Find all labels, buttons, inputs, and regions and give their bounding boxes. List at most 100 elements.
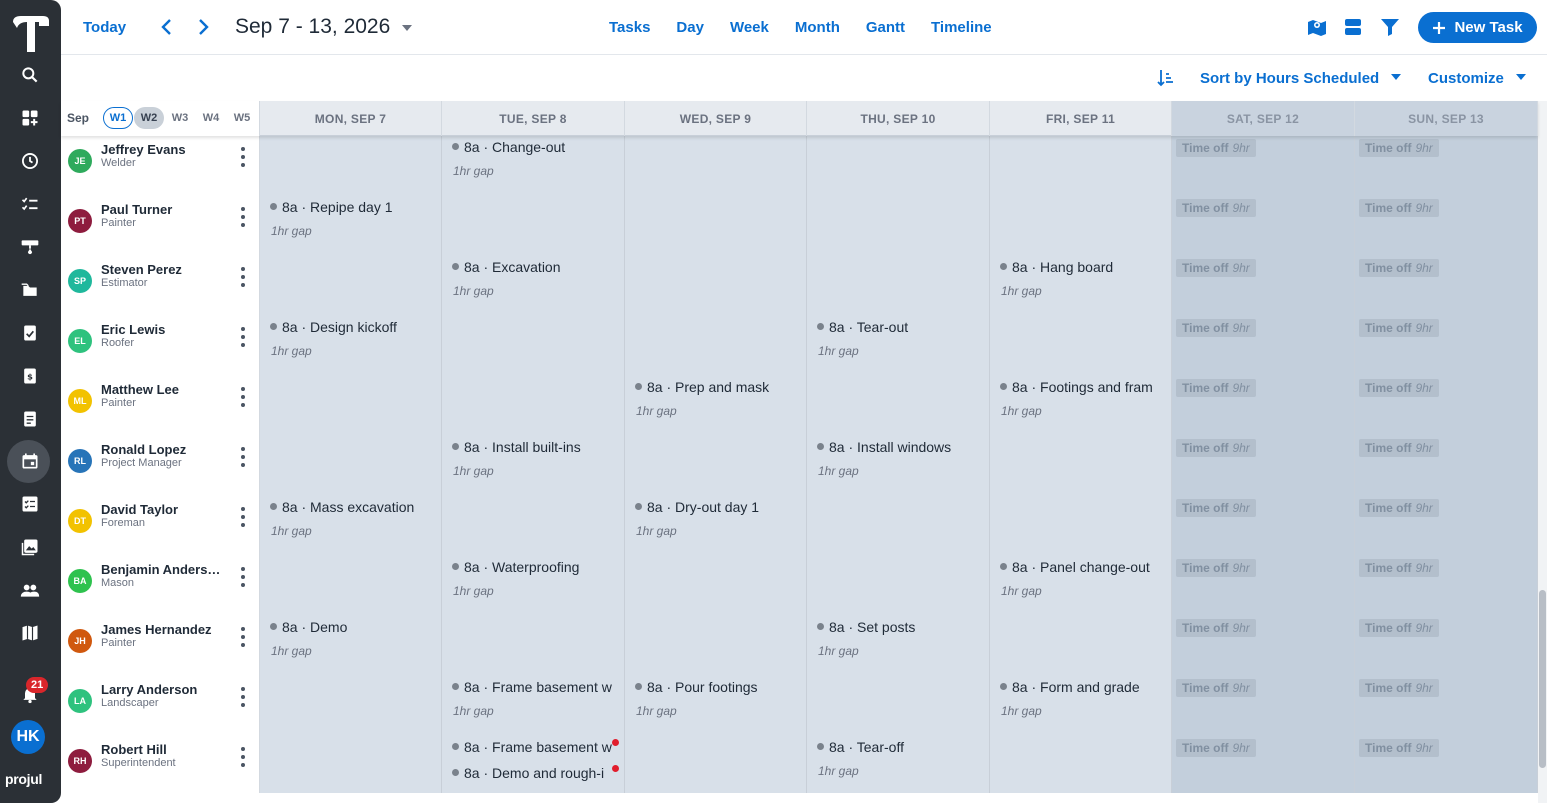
weekend-cell[interactable]: Time off 9hr <box>1172 733 1355 793</box>
weekend-cell[interactable]: Time off 9hr <box>1172 193 1355 253</box>
day-cell[interactable]: 8a · Panel change-out 1hr gap <box>990 553 1172 613</box>
task-chip[interactable]: 8a · Set posts <box>817 619 989 635</box>
weekend-cell[interactable]: Time off 9hr <box>1355 673 1538 733</box>
sort-order-icon[interactable] <box>1156 68 1176 88</box>
day-header-3[interactable]: THU, SEP 10 <box>807 101 990 136</box>
day-cell[interactable]: 8a · Form and grade 1hr gap <box>990 673 1172 733</box>
folder-icon[interactable] <box>16 276 44 304</box>
search-icon[interactable] <box>16 61 44 89</box>
date-range-dropdown-icon[interactable] <box>401 24 413 32</box>
day-cell[interactable]: 8a · Tear-off 1hr gap <box>807 733 990 793</box>
person-info[interactable]: LA Larry Anderson Landscaper <box>61 673 260 733</box>
task-chip[interactable]: 8a · Demo <box>270 619 441 635</box>
invoice-icon[interactable]: $ <box>16 362 44 390</box>
day-header-6[interactable]: SUN, SEP 13 <box>1355 101 1538 136</box>
day-cell[interactable] <box>625 553 807 613</box>
weekend-cell[interactable]: Time off 9hr <box>1355 613 1538 673</box>
day-cell[interactable] <box>442 193 625 253</box>
time-off-chip[interactable]: Time off 9hr <box>1176 679 1256 697</box>
person-info[interactable]: RH Robert Hill Superintendent <box>61 733 260 793</box>
person-info[interactable]: PT Paul Turner Painter <box>61 193 260 253</box>
day-cell[interactable] <box>625 433 807 493</box>
day-cell[interactable]: 8a · Change-out 1hr gap <box>442 136 625 193</box>
next-week-arrow-icon[interactable] <box>193 16 213 38</box>
task-chip[interactable]: 8a · Install windows <box>817 439 989 455</box>
weekend-cell[interactable]: Time off 9hr <box>1355 373 1538 433</box>
day-cell[interactable]: 8a · Tear-out 1hr gap <box>807 313 990 373</box>
time-off-chip[interactable]: Time off 9hr <box>1359 439 1439 457</box>
day-header-2[interactable]: WED, SEP 9 <box>625 101 807 136</box>
calendar-icon[interactable] <box>16 447 44 475</box>
day-cell[interactable]: 8a · Frame basement w 1hr gap <box>442 673 625 733</box>
day-cell[interactable] <box>807 373 990 433</box>
day-header-0[interactable]: MON, SEP 7 <box>260 101 442 136</box>
view-week-tab[interactable]: Week <box>730 19 769 36</box>
task-chip[interactable]: 8a · Tear-out <box>817 319 989 335</box>
person-info[interactable]: BA Benjamin Anders… Mason <box>61 553 260 613</box>
person-info[interactable]: RL Ronald Lopez Project Manager <box>61 433 260 493</box>
filter-icon[interactable] <box>1379 16 1401 38</box>
vertical-scrollbar[interactable] <box>1538 101 1547 803</box>
weekend-cell[interactable]: Time off 9hr <box>1355 253 1538 313</box>
time-off-chip[interactable]: Time off 9hr <box>1359 379 1439 397</box>
day-cell[interactable] <box>990 433 1172 493</box>
document-icon[interactable] <box>16 405 44 433</box>
paint-roller-icon[interactable] <box>16 233 44 261</box>
estimate-icon[interactable] <box>16 319 44 347</box>
day-cell[interactable]: 8a · Design kickoff 1hr gap <box>260 313 442 373</box>
weekend-cell[interactable]: Time off 9hr <box>1172 493 1355 553</box>
map-view-icon[interactable] <box>1306 16 1328 38</box>
day-header-4[interactable]: FRI, SEP 11 <box>990 101 1172 136</box>
day-cell[interactable] <box>260 733 442 793</box>
day-cell[interactable] <box>442 613 625 673</box>
weekend-cell[interactable]: Time off 9hr <box>1355 193 1538 253</box>
vertical-scrollbar-thumb[interactable] <box>1539 590 1546 768</box>
time-off-chip[interactable]: Time off 9hr <box>1176 379 1256 397</box>
time-off-chip[interactable]: Time off 9hr <box>1176 739 1256 757</box>
week-5-button[interactable]: W5 <box>227 107 257 129</box>
row-more-options-icon[interactable] <box>240 327 246 347</box>
projul-hammer-logo-icon[interactable] <box>9 12 53 56</box>
day-cell[interactable] <box>260 136 442 193</box>
day-cell[interactable]: 8a · Demo 1hr gap <box>260 613 442 673</box>
day-cell[interactable] <box>625 193 807 253</box>
task-chip[interactable]: 8a · Design kickoff <box>270 319 441 335</box>
weekend-cell[interactable]: Time off 9hr <box>1172 373 1355 433</box>
weekend-cell[interactable]: Time off 9hr <box>1172 313 1355 373</box>
day-cell[interactable] <box>990 313 1172 373</box>
person-info[interactable]: ML Matthew Lee Painter <box>61 373 260 433</box>
row-more-options-icon[interactable] <box>240 267 246 287</box>
time-off-chip[interactable]: Time off 9hr <box>1359 199 1439 217</box>
day-cell[interactable] <box>807 673 990 733</box>
date-range-title[interactable]: Sep 7 - 13, 2026 <box>235 15 390 39</box>
person-info[interactable]: JH James Hernandez Painter <box>61 613 260 673</box>
week-1-button[interactable]: W1 <box>103 107 133 129</box>
day-cell[interactable] <box>625 613 807 673</box>
day-cell[interactable] <box>625 253 807 313</box>
week-4-button[interactable]: W4 <box>196 107 226 129</box>
day-cell[interactable] <box>260 433 442 493</box>
person-info[interactable]: DT David Taylor Foreman <box>61 493 260 553</box>
time-off-chip[interactable]: Time off 9hr <box>1359 739 1439 757</box>
weekend-cell[interactable]: Time off 9hr <box>1172 136 1355 193</box>
previous-week-arrow-icon[interactable] <box>157 16 177 38</box>
day-cell[interactable]: 8a · Waterproofing 1hr gap <box>442 553 625 613</box>
task-chip[interactable]: 8a · Panel change-out <box>1000 559 1171 575</box>
day-cell[interactable] <box>807 493 990 553</box>
time-off-chip[interactable]: Time off 9hr <box>1359 139 1439 157</box>
day-cell[interactable] <box>990 613 1172 673</box>
day-cell[interactable] <box>442 313 625 373</box>
people-icon[interactable] <box>16 576 44 604</box>
day-cell[interactable] <box>260 553 442 613</box>
day-cell[interactable]: 8a · Repipe day 1 1hr gap <box>260 193 442 253</box>
time-off-chip[interactable]: Time off 9hr <box>1176 559 1256 577</box>
dashboard-icon[interactable] <box>16 104 44 132</box>
time-off-chip[interactable]: Time off 9hr <box>1176 619 1256 637</box>
view-gantt-tab[interactable]: Gantt <box>866 19 905 36</box>
task-chip[interactable]: 8a · Mass excavation <box>270 499 441 515</box>
layout-toggle-icon[interactable] <box>1342 16 1364 38</box>
time-off-chip[interactable]: Time off 9hr <box>1359 499 1439 517</box>
day-cell[interactable]: 8a · Excavation 1hr gap <box>442 253 625 313</box>
day-cell[interactable] <box>990 493 1172 553</box>
user-avatar[interactable]: HK <box>11 720 45 754</box>
